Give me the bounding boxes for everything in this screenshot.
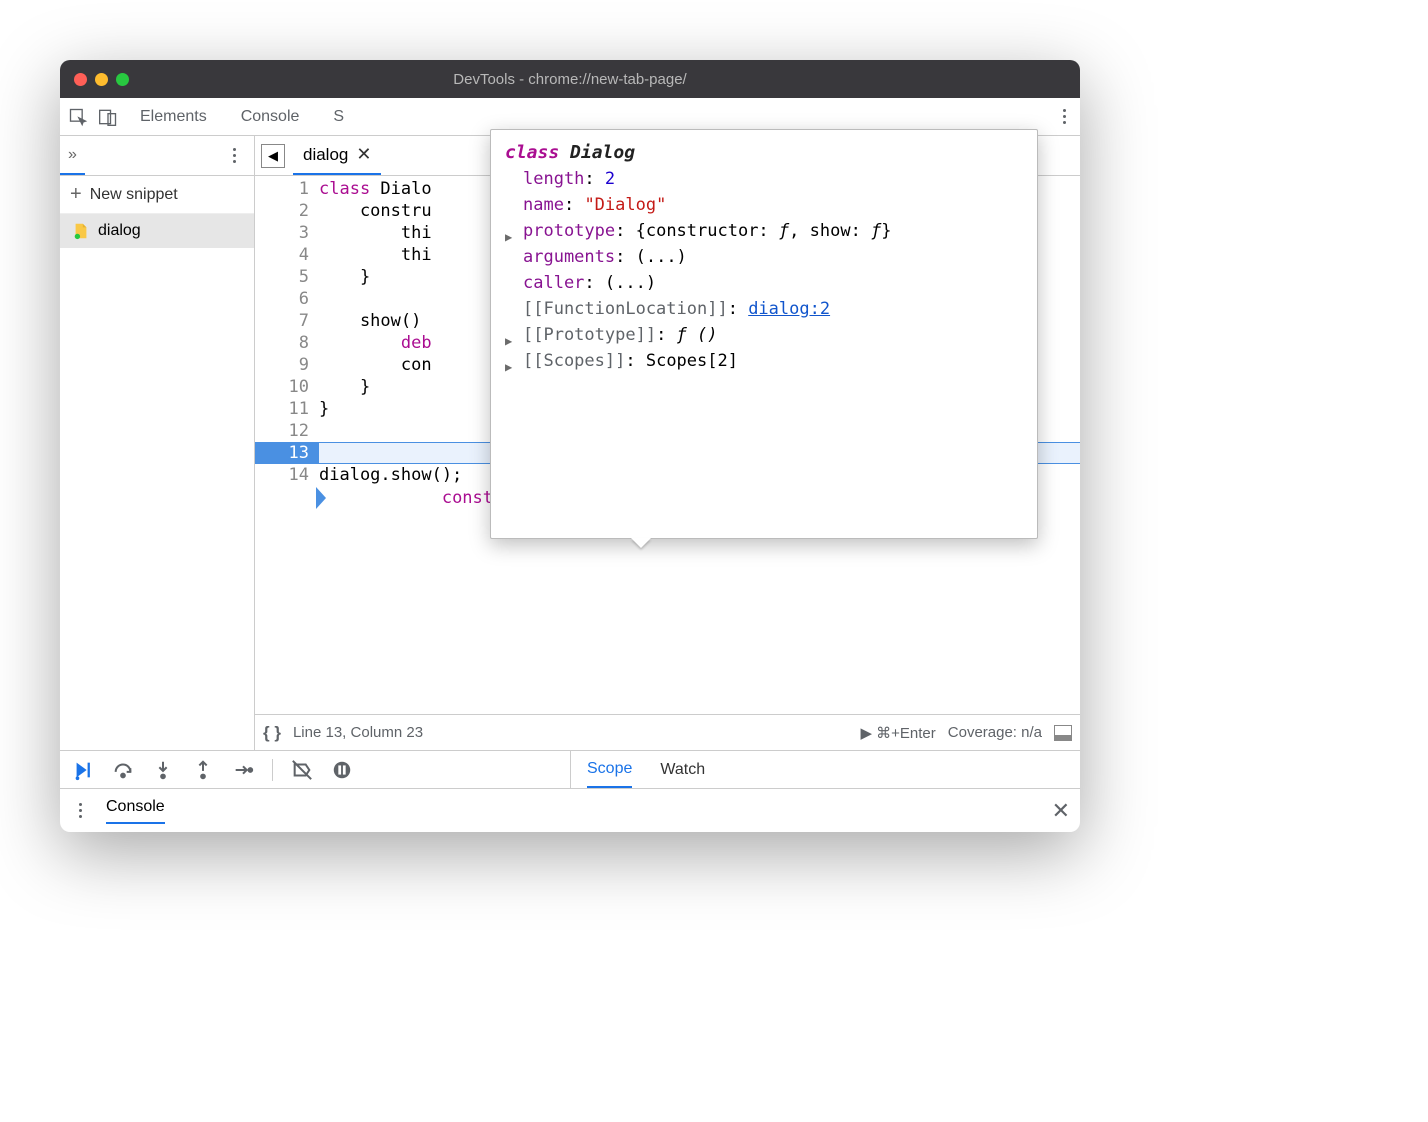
snippet-file-icon <box>72 222 90 240</box>
navigator-header: » <box>60 136 254 176</box>
popover-prop-prototype[interactable]: ▶prototype: {constructor: ƒ, show: ƒ} <box>505 218 1023 244</box>
popover-header: class Dialog <box>505 140 1023 166</box>
close-drawer-icon[interactable]: ✕ <box>1052 798 1070 824</box>
step-over-icon[interactable] <box>112 759 134 781</box>
file-item-dialog[interactable]: dialog <box>60 214 254 248</box>
nav-back-icon[interactable]: ◀ <box>261 144 285 168</box>
popover-prop-name: name: "Dialog" <box>505 192 1023 218</box>
tab-sources-partial[interactable]: S <box>319 100 344 134</box>
devtools-window: DevTools - chrome://new-tab-page/ Elemen… <box>60 60 1080 832</box>
step-out-icon[interactable] <box>192 759 214 781</box>
device-toolbar-icon[interactable] <box>96 105 120 129</box>
popover-prop-caller[interactable]: caller: (...) <box>505 270 1023 296</box>
plus-icon: + <box>70 183 82 206</box>
close-tab-icon[interactable]: ✕ <box>356 144 371 165</box>
more-menu-icon[interactable] <box>1054 107 1074 127</box>
run-snippet-button[interactable]: ▶ ⌘+Enter <box>860 724 935 742</box>
new-snippet-button[interactable]: + New snippet <box>60 176 254 214</box>
titlebar: DevTools - chrome://new-tab-page/ <box>60 60 1080 98</box>
step-into-icon[interactable] <box>152 759 174 781</box>
inspect-icon[interactable] <box>66 105 90 129</box>
pause-on-exceptions-icon[interactable] <box>331 759 353 781</box>
execution-pointer-icon <box>316 487 326 509</box>
debug-sidebar-tabs: Scope Watch <box>570 751 1080 788</box>
editor-statusbar: { } Line 13, Column 23 ▶ ⌘+Enter Coverag… <box>255 714 1080 750</box>
console-drawer: Console ✕ <box>60 788 1080 832</box>
object-preview-popover: class Dialog length: 2 name: "Dialog" ▶p… <box>490 129 1038 539</box>
editor-tab-dialog[interactable]: dialog ✕ <box>293 136 381 175</box>
drawer-menu-icon[interactable] <box>70 801 90 821</box>
debugger-toolbar: Scope Watch <box>60 750 1080 788</box>
popover-prop-internal-prototype[interactable]: ▶[[Prototype]]: ƒ () <box>505 322 1023 348</box>
editor-tab-label: dialog <box>303 145 348 165</box>
cursor-position: Line 13, Column 23 <box>293 724 423 741</box>
resume-icon[interactable] <box>72 759 94 781</box>
tab-console[interactable]: Console <box>227 100 314 134</box>
tab-elements[interactable]: Elements <box>126 100 221 134</box>
navigator-expand-icon[interactable]: » <box>60 136 85 175</box>
coverage-indicator: Coverage: n/a <box>948 724 1042 741</box>
window-title: DevTools - chrome://new-tab-page/ <box>60 71 1080 88</box>
pretty-print-icon[interactable]: { } <box>263 723 281 743</box>
deactivate-breakpoints-icon[interactable] <box>291 759 313 781</box>
console-drawer-label[interactable]: Console <box>106 798 165 824</box>
line-gutter: 1 2 3 4 5 6 7 8 9 10 11 12 13 14 <box>255 176 319 714</box>
popover-prop-scopes[interactable]: ▶[[Scopes]]: Scopes[2] <box>505 348 1023 374</box>
step-icon[interactable] <box>232 759 254 781</box>
popover-prop-functionlocation[interactable]: [[FunctionLocation]]: dialog:2 <box>505 296 1023 322</box>
file-item-label: dialog <box>98 222 141 240</box>
tab-watch[interactable]: Watch <box>660 761 705 779</box>
dock-side-icon[interactable] <box>1054 725 1072 741</box>
new-snippet-label: New snippet <box>90 186 178 204</box>
popover-prop-arguments[interactable]: arguments: (...) <box>505 244 1023 270</box>
tab-scope[interactable]: Scope <box>587 751 632 788</box>
file-list: dialog <box>60 214 254 750</box>
popover-prop-length: length: 2 <box>505 166 1023 192</box>
navigator-more-icon[interactable] <box>224 146 244 166</box>
navigator-sidebar: » + New snippet dialog <box>60 136 255 750</box>
